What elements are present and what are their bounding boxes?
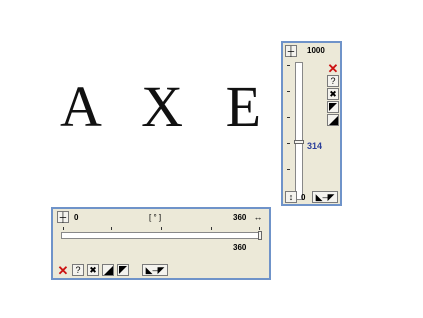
- unit-label: [ ° ]: [149, 213, 162, 222]
- vertical-slider-track[interactable]: [295, 62, 303, 200]
- horizontal-slider-value: 360: [233, 243, 247, 252]
- vertical-max-label: 1000: [307, 46, 325, 55]
- horizontal-max-label: 360: [233, 213, 247, 222]
- crosshair-icon[interactable]: ┼: [285, 45, 297, 57]
- vertical-min-label: 0: [301, 193, 306, 202]
- vertical-slider-thumb[interactable]: [294, 140, 304, 144]
- horizontal-min-label: 0: [74, 213, 79, 222]
- vertical-slider-value: 314: [307, 141, 323, 151]
- vertical-slider-panel: ┼ 1000 314 ✕ ? ✖ ↕ 0 ◣‒◤: [281, 41, 342, 206]
- triangle-icon[interactable]: [327, 114, 339, 126]
- horizontal-slider-track[interactable]: [61, 232, 261, 239]
- horizontal-slider-panel: ┼ 0 [ ° ] 360 ↔ 360 ✕ ? ✖ ◣‒◤: [51, 207, 271, 280]
- close-icon[interactable]: ✕: [57, 264, 69, 277]
- vertical-tick-marks: [287, 65, 291, 195]
- range-icon[interactable]: ◣‒◤: [142, 264, 168, 276]
- horizontal-slider-thumb[interactable]: [258, 231, 262, 240]
- scale-icon[interactable]: [117, 264, 129, 276]
- help-icon[interactable]: ?: [327, 75, 339, 87]
- tools-icon[interactable]: ✖: [327, 88, 339, 100]
- range-icon[interactable]: ◣‒◤: [312, 191, 338, 203]
- triangle-icon[interactable]: [102, 264, 114, 276]
- canvas-text: A X E: [60, 74, 275, 139]
- scale-icon[interactable]: [327, 101, 339, 113]
- crosshair-icon[interactable]: ┼: [57, 211, 69, 223]
- horizontal-arrows-icon[interactable]: ↔: [252, 211, 264, 223]
- close-icon[interactable]: ✕: [327, 62, 339, 75]
- tools-icon[interactable]: ✖: [87, 264, 99, 276]
- vertical-arrows-icon[interactable]: ↕: [285, 191, 297, 203]
- help-icon[interactable]: ?: [72, 264, 84, 276]
